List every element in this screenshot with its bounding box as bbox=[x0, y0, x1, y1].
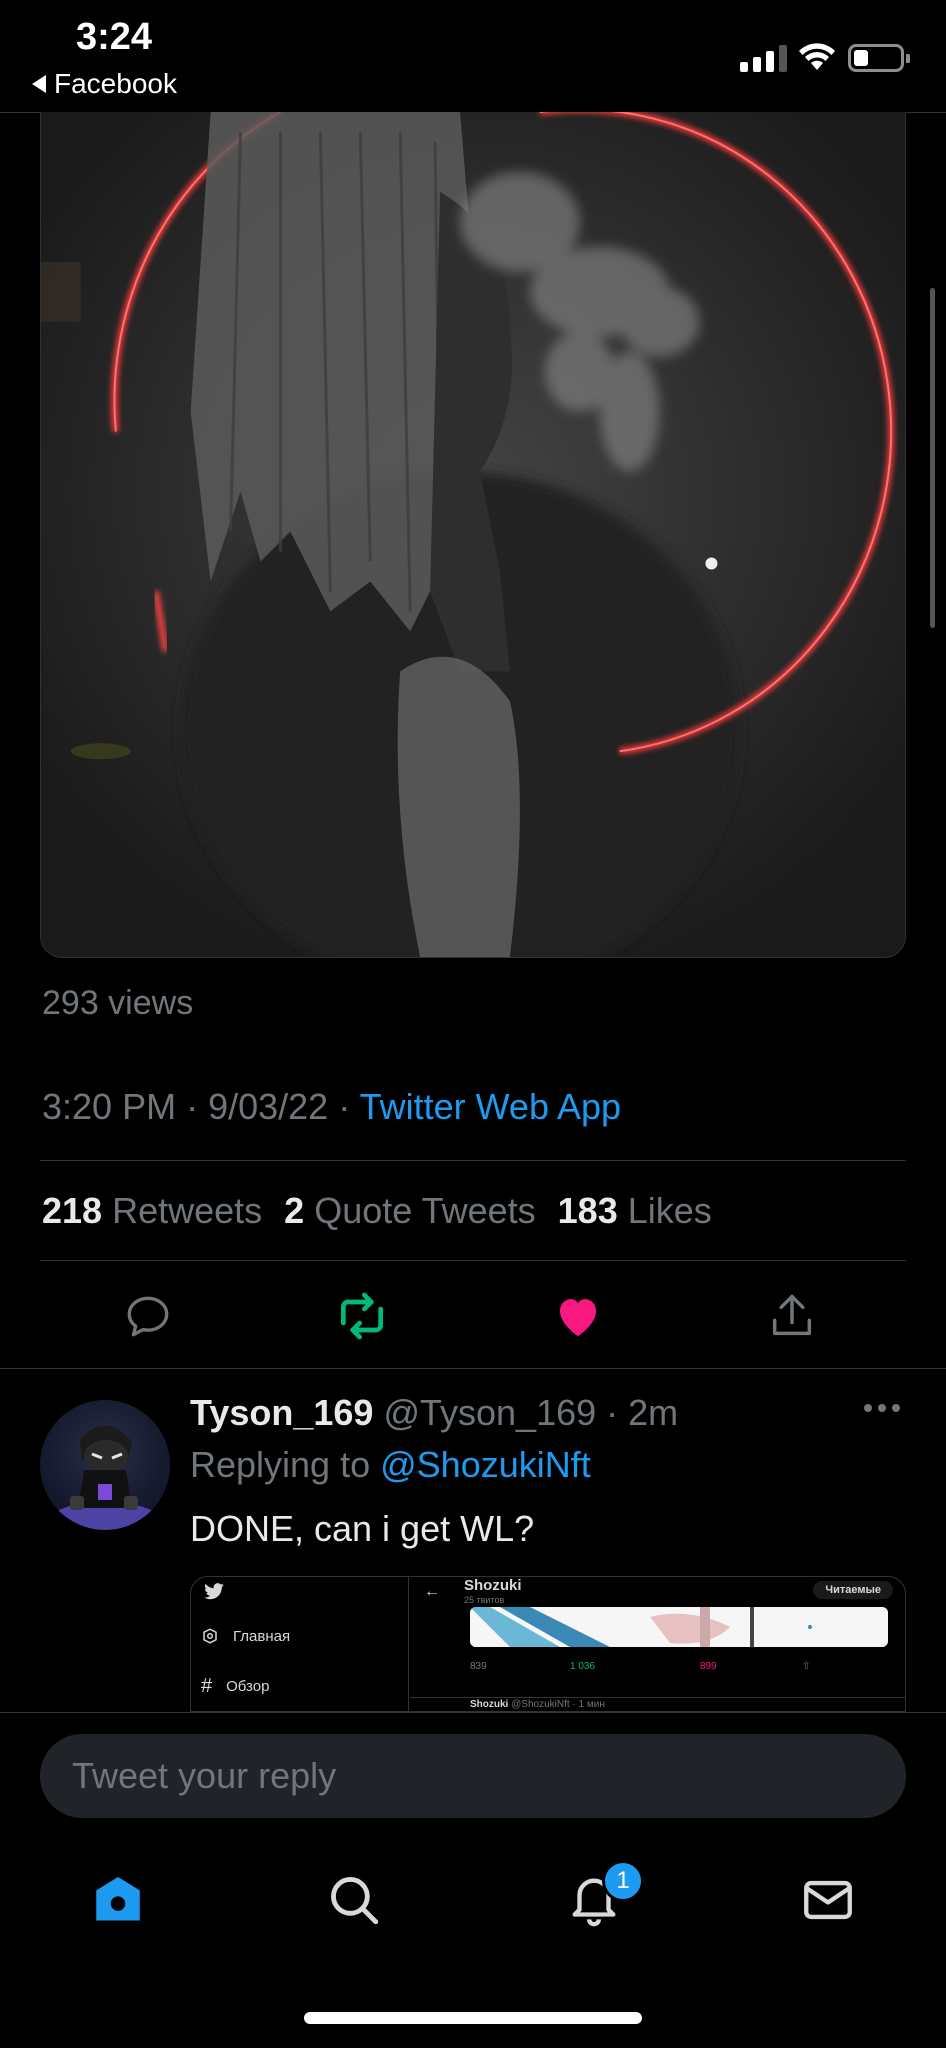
tab-home[interactable] bbox=[78, 1860, 158, 1940]
video-frame-image bbox=[41, 112, 905, 957]
quoted-following-button: Читаемые bbox=[813, 1581, 893, 1599]
replying-to-link[interactable]: @ShozukiNft bbox=[380, 1444, 591, 1485]
avatar[interactable] bbox=[40, 1400, 170, 1530]
quoted-profile-sub: 25 твитов bbox=[464, 1595, 505, 1605]
twitter-bird-icon bbox=[204, 1583, 224, 1600]
quote-tweets-stat[interactable]: 2 Quote Tweets bbox=[284, 1190, 536, 1232]
quoted-retweet-count: 1 036 bbox=[570, 1661, 596, 1672]
conversation-divider bbox=[0, 1368, 946, 1369]
reply-text: DONE, can i get WL? bbox=[190, 1508, 535, 1549]
retweet-button[interactable] bbox=[328, 1282, 396, 1350]
quoted-reply-count: 839 bbox=[470, 1661, 487, 1672]
tweet-timestamp: 3:20 PM · 9/03/22 · Twitter Web App bbox=[42, 1086, 622, 1127]
likes-stat[interactable]: 183 Likes bbox=[558, 1190, 712, 1232]
quoted-nav-home: Главная bbox=[201, 1627, 290, 1645]
tweet-time: 3:20 PM bbox=[42, 1086, 177, 1127]
reply-attached-image[interactable]: Главная # Обзор ← Shozuki 25 твитов Чита… bbox=[190, 1576, 906, 1712]
avatar-image bbox=[50, 1425, 160, 1530]
reply-time: 2m bbox=[628, 1392, 679, 1433]
quoted-footer-handle: @ShozukiNft · 1 мин bbox=[511, 1699, 605, 1710]
quoted-stats: 839 1 036 899 ⇧ bbox=[470, 1661, 870, 1675]
quoted-content: ← Shozuki 25 твитов Читаемые 839 1 036 8… bbox=[410, 1577, 905, 1711]
share-button[interactable] bbox=[758, 1282, 826, 1350]
stats-divider-bottom bbox=[40, 1260, 906, 1261]
stats-divider-top bbox=[40, 1160, 906, 1161]
share-icon bbox=[772, 1294, 812, 1336]
quoted-footer-name: Shozuki bbox=[470, 1699, 509, 1710]
search-icon bbox=[331, 1877, 379, 1925]
wifi-icon bbox=[799, 43, 835, 70]
tweet-stats: 218 Retweets 2 Quote Tweets 183 Likes bbox=[42, 1190, 712, 1232]
back-app-label: Facebook bbox=[54, 68, 177, 99]
replying-to: Replying to @ShozukiNft bbox=[190, 1444, 591, 1486]
home-gear-icon bbox=[203, 1628, 217, 1644]
quoted-like-count: 899 bbox=[700, 1661, 717, 1672]
reply-header: Tyson_169 @Tyson_169 · 2m bbox=[190, 1392, 679, 1433]
reply-input[interactable] bbox=[40, 1734, 906, 1818]
quoted-divider bbox=[410, 1697, 905, 1698]
back-to-app-button[interactable]: Facebook bbox=[32, 68, 177, 100]
notifications-badge: 1 bbox=[602, 1860, 644, 1902]
back-arrow-icon: ← bbox=[424, 1583, 440, 1600]
messages-icon bbox=[804, 1880, 852, 1920]
home-icon bbox=[96, 1877, 140, 1921]
quoted-artwork bbox=[470, 1607, 888, 1647]
views-count: 293 views bbox=[42, 984, 194, 1022]
retweet-icon bbox=[341, 1292, 383, 1340]
tweet-date: 9/03/22 bbox=[208, 1086, 329, 1127]
reply-author-handle[interactable]: @Tyson_169 bbox=[383, 1392, 596, 1433]
quoted-nav-explore: # Обзор bbox=[201, 1675, 269, 1698]
tab-search[interactable] bbox=[314, 1860, 394, 1940]
tab-messages[interactable] bbox=[788, 1860, 868, 1940]
quoted-share-icon: ⇧ bbox=[802, 1661, 811, 1672]
quoted-sidebar: Главная # Обзор bbox=[191, 1577, 409, 1711]
quotes-label: Quote Tweets bbox=[314, 1190, 536, 1231]
quoted-nav-explore-label: Обзор bbox=[226, 1678, 270, 1695]
retweets-label: Retweets bbox=[112, 1190, 263, 1231]
quoted-profile-name: Shozuki bbox=[464, 1577, 522, 1594]
quotes-count: 2 bbox=[284, 1190, 305, 1231]
reply-button[interactable] bbox=[114, 1282, 182, 1350]
home-indicator[interactable] bbox=[304, 2012, 642, 2024]
retweets-stat[interactable]: 218 Retweets bbox=[42, 1190, 262, 1232]
status-time: 3:24 bbox=[76, 16, 153, 58]
cellular-signal-icon bbox=[740, 44, 787, 72]
reply-author-name[interactable]: Tyson_169 bbox=[190, 1392, 373, 1433]
hashtag-icon: # bbox=[201, 1675, 213, 1697]
more-options-icon[interactable] bbox=[864, 1404, 900, 1412]
reply-icon bbox=[127, 1296, 169, 1337]
scrollbar[interactable] bbox=[930, 288, 935, 628]
retweets-count: 218 bbox=[42, 1190, 103, 1231]
likes-count: 183 bbox=[557, 1190, 618, 1231]
like-icon bbox=[560, 1299, 596, 1337]
tweet-actions bbox=[0, 1282, 946, 1350]
battery-icon bbox=[848, 44, 910, 72]
like-button[interactable] bbox=[544, 1282, 612, 1350]
status-bar: 3:24 Facebook bbox=[0, 0, 946, 112]
quoted-nav-home-label: Главная bbox=[233, 1627, 291, 1645]
quoted-footer: Shozuki @ShozukiNft · 1 мин bbox=[470, 1699, 605, 1710]
back-triangle-icon bbox=[32, 75, 46, 93]
likes-label: Likes bbox=[627, 1190, 712, 1231]
tab-bar bbox=[0, 1860, 946, 1940]
replying-prefix: Replying to bbox=[190, 1444, 371, 1485]
tweet-source-link[interactable]: Twitter Web App bbox=[360, 1086, 621, 1127]
tweet-video[interactable] bbox=[40, 112, 906, 958]
